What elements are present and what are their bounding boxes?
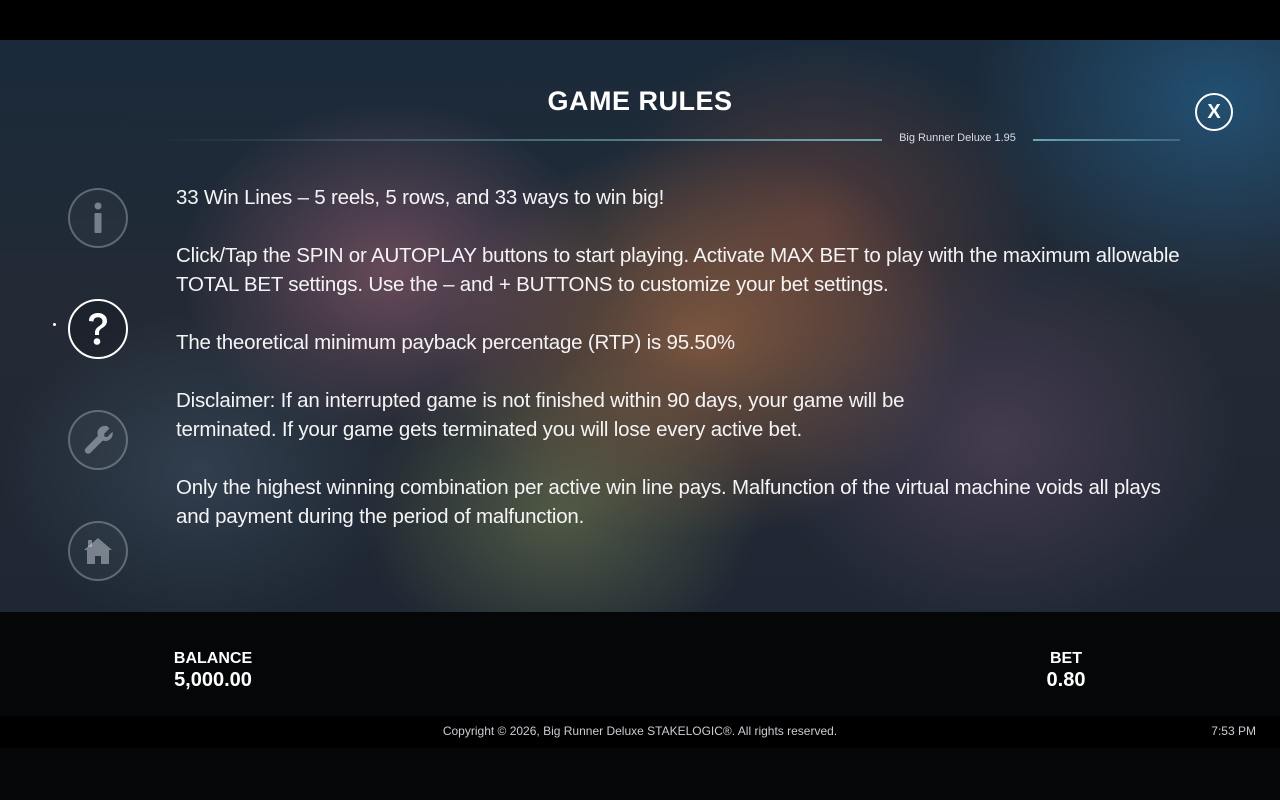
page-title: GAME RULES [547, 86, 733, 116]
rule-paragraph: The theoretical minimum payback percenta… [176, 331, 735, 354]
top-bar [0, 0, 1280, 40]
bet-label: BET [1050, 650, 1082, 667]
rules-text: 33 Win Lines – 5 reels, 5 rows, and 33 w… [176, 183, 1186, 560]
close-icon: X [1207, 100, 1221, 123]
sidebar-item-info[interactable] [68, 188, 128, 248]
title-divider-right [1033, 139, 1180, 141]
question-icon [89, 313, 107, 345]
rules-panel: GAME RULES Big Runner Deluxe 1.95 X 33 W… [0, 40, 1280, 612]
balance-value: 5,000.00 [174, 669, 252, 691]
sidebar-item-settings[interactable] [68, 410, 128, 470]
active-indicator-dot [53, 323, 56, 326]
balance-label: BALANCE [173, 650, 253, 667]
sidebar-item-home[interactable] [68, 521, 128, 581]
title-divider-left [150, 139, 882, 141]
status-bar [0, 612, 1280, 800]
version-label: Big Runner Deluxe 1.95 [899, 132, 1016, 144]
balance-display: BALANCE 5,000.00 [148, 650, 278, 692]
wrench-icon [84, 425, 113, 454]
bet-display: BET 0.80 [1026, 650, 1106, 692]
copyright-text: Copyright © 2026, Big Runner Deluxe STAK… [442, 724, 838, 738]
rule-paragraph: Only the highest winning combination per… [176, 476, 1161, 528]
clock: 7:53 PM [1211, 724, 1256, 738]
info-icon [94, 202, 102, 233]
bet-value: 0.80 [1046, 669, 1086, 691]
rule-paragraph: Click/Tap the SPIN or AUTOPLAY buttons t… [176, 244, 1180, 296]
close-button[interactable]: X [1195, 93, 1233, 131]
home-icon [84, 538, 112, 564]
sidebar-item-rules[interactable] [68, 299, 128, 359]
rule-paragraph: Disclaimer: If an interrupted game is no… [176, 389, 905, 441]
rule-paragraph: 33 Win Lines – 5 reels, 5 rows, and 33 w… [176, 186, 665, 209]
